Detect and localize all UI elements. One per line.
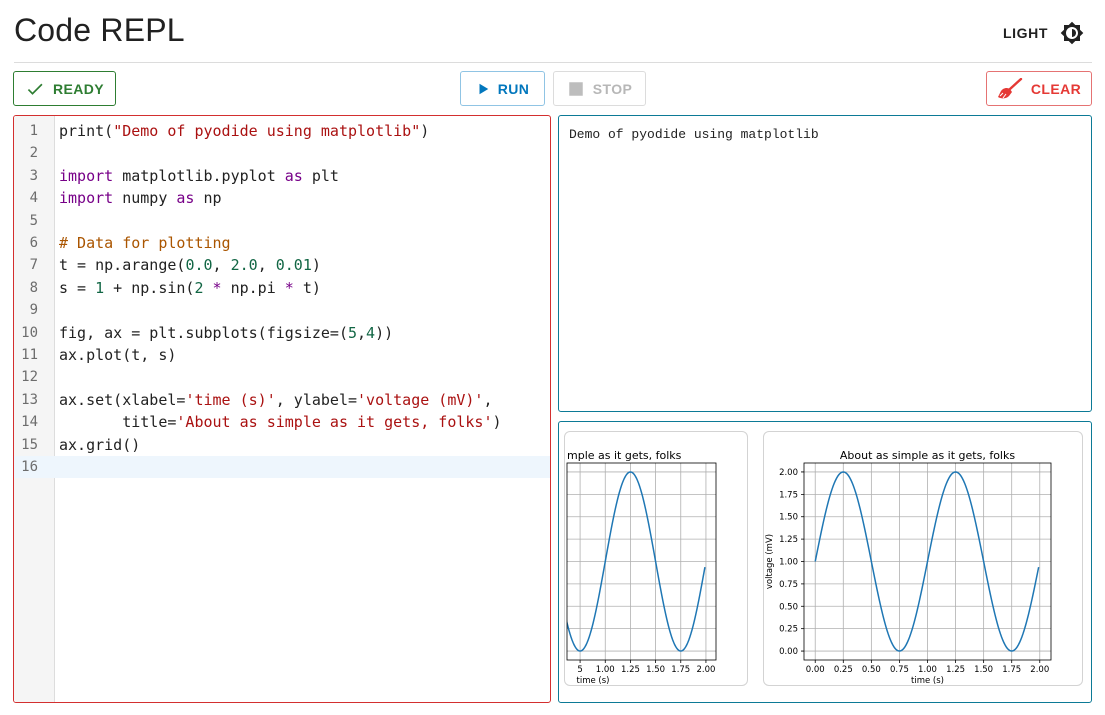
- code-text: print("Demo of pyodide using matplotlib"…: [59, 122, 430, 140]
- run-button[interactable]: RUN: [460, 71, 545, 106]
- x-tick-label: 2.00: [1030, 665, 1049, 675]
- run-label: RUN: [497, 80, 530, 97]
- output-panel: Demo of pyodide using matplotlib: [558, 115, 1092, 412]
- code-line[interactable]: 11 ax.plot(t, s): [14, 344, 550, 366]
- plot-card-2: About as simple as it gets, folks 0.00 0.2…: [763, 431, 1083, 686]
- code-text: import numpy as np: [59, 189, 222, 208]
- x-tick-label: 1.00: [918, 665, 937, 675]
- x-tick-label: 1.50: [646, 665, 665, 675]
- x-axis-label: time (s): [577, 676, 610, 686]
- x-tick-label: 1.00: [596, 665, 615, 675]
- code-line[interactable]: 7 t = np.arange(0.0, 2.0, 0.01): [14, 254, 550, 276]
- code-line[interactable]: 12: [14, 366, 550, 388]
- y-tick-label: 1.00: [779, 558, 798, 568]
- code-text: t = np.arange(0.0, 2.0, 0.01): [59, 256, 321, 275]
- code-line[interactable]: 9: [14, 299, 550, 321]
- line-number: 10: [21, 324, 38, 341]
- stop-label: STOP: [592, 80, 633, 97]
- x-tick-label: 1.75: [671, 665, 690, 675]
- plot-1: mple as it gets, folks 5 1.00 1.25 1.50 1.75 2…: [566, 449, 717, 686]
- line-number: 1: [29, 123, 38, 139]
- code-line[interactable]: 3 import matplotlib.pyplot as plt: [14, 165, 550, 187]
- code-text: ax.set(xlabel='time (s)', ylabel='voltag…: [59, 390, 493, 409]
- check-icon: [27, 83, 43, 95]
- line-number: 4: [29, 190, 38, 207]
- x-tick-label: 1.25: [946, 665, 965, 675]
- code-text: import matplotlib.pyplot as plt: [59, 166, 339, 185]
- line-number: 7: [29, 257, 38, 274]
- stop-button[interactable]: STOP: [553, 71, 646, 106]
- plot-2: About as simple as it gets, folks 0.00 0.2…: [765, 449, 1052, 686]
- plot-panel: mple as it gets, folks 5 1.00 1.25 1.50 1.75 2…: [558, 421, 1092, 703]
- line-number: 6: [29, 235, 38, 251]
- x-tick-label: 0.50: [862, 665, 881, 675]
- code-text: s = 1 + np.sin(2 * np.pi * t): [59, 278, 321, 297]
- output-text: Demo of pyodide using matplotlib: [569, 127, 819, 142]
- y-tick-label: 1.25: [779, 535, 798, 545]
- line-number: 13: [21, 391, 38, 408]
- code-text: title='About as simple as it gets, folks…: [59, 413, 502, 432]
- line-number: 5: [29, 212, 38, 229]
- chart-title: About as simple as it gets, folks: [840, 449, 1015, 462]
- code-line[interactable]: 5: [14, 210, 550, 232]
- ready-button[interactable]: READY: [13, 71, 116, 106]
- x-tick-label: 1.25: [621, 665, 640, 675]
- code-text: fig, ax = plt.subplots(figsize=(5,4)): [59, 323, 394, 342]
- code-line[interactable]: 6 # Data for plotting: [14, 232, 550, 254]
- code-line[interactable]: 10 fig, ax = plt.subplots(figsize=(5,4)): [14, 322, 550, 344]
- x-tick-label: 2.00: [696, 665, 715, 675]
- code-line[interactable]: 13 ax.set(xlabel='time (s)', ylabel='volt…: [14, 389, 550, 411]
- brightness-icon[interactable]: [1060, 21, 1084, 45]
- x-axis-label: time (s): [911, 676, 944, 686]
- code-text: ax.grid(): [59, 435, 141, 454]
- code-line[interactable]: 15 ax.grid(): [14, 434, 550, 456]
- line-number: 11: [21, 347, 38, 363]
- code-line[interactable]: 4 import numpy as np: [14, 187, 550, 209]
- x-tick-label: 1.50: [974, 665, 993, 675]
- line-number: 14: [21, 414, 38, 431]
- chart-title: mple as it gets, folks: [567, 449, 682, 462]
- line-number: 9: [29, 302, 38, 319]
- code-line[interactable]: 14 title='About as simple as it gets, fo…: [14, 411, 550, 433]
- x-tick-label: 5: [577, 665, 582, 675]
- code-editor[interactable]: 1 print("Demo of pyodide using matplotlib…: [13, 115, 551, 703]
- x-tick-label: 0.75: [890, 665, 909, 675]
- page-title: Code REPL: [14, 12, 185, 48]
- ready-label: READY: [52, 80, 104, 97]
- y-axis-label: voltage (mV): [765, 534, 775, 589]
- play-icon: [479, 83, 488, 94]
- x-tick-label: 0.25: [834, 665, 853, 675]
- clear-label: CLEAR: [1030, 80, 1082, 97]
- plot-card-1: mple as it gets, folks 5 1.00 1.25 1.50 1.75 2…: [564, 431, 748, 686]
- line-number: 15: [21, 436, 38, 453]
- x-tick-label: 1.75: [1002, 665, 1021, 675]
- y-tick-label: 1.75: [779, 490, 798, 500]
- code-line[interactable]: 8 s = 1 + np.sin(2 * np.pi * t): [14, 277, 550, 299]
- broom-icon: [997, 77, 1023, 98]
- y-tick-label: 1.50: [779, 513, 798, 523]
- y-tick-label: 2.00: [779, 468, 798, 478]
- y-tick-label: 0.00: [779, 647, 798, 657]
- x-tick-label: 0.00: [806, 665, 825, 675]
- clear-button[interactable]: CLEAR: [986, 71, 1092, 106]
- code-text: ax.plot(t, s): [59, 346, 177, 364]
- line-number: 2: [29, 145, 38, 162]
- code-line[interactable]: 1 print("Demo of pyodide using matplotlib…: [14, 120, 550, 142]
- line-number: 12: [21, 369, 38, 386]
- stop-square-icon: [569, 81, 583, 96]
- y-tick-label: 0.50: [779, 602, 798, 612]
- line-number: 16: [21, 459, 38, 475]
- header-divider: [14, 62, 1092, 63]
- y-tick-label: 0.25: [779, 625, 798, 635]
- y-tick-label: 0.75: [779, 580, 798, 590]
- code-text: # Data for plotting: [59, 234, 231, 252]
- code-line[interactable]: 16: [14, 456, 550, 479]
- line-number: 3: [29, 167, 38, 184]
- code-line[interactable]: 2: [14, 142, 550, 164]
- theme-label: LIGHT: [1003, 25, 1048, 41]
- line-number: 8: [29, 279, 38, 296]
